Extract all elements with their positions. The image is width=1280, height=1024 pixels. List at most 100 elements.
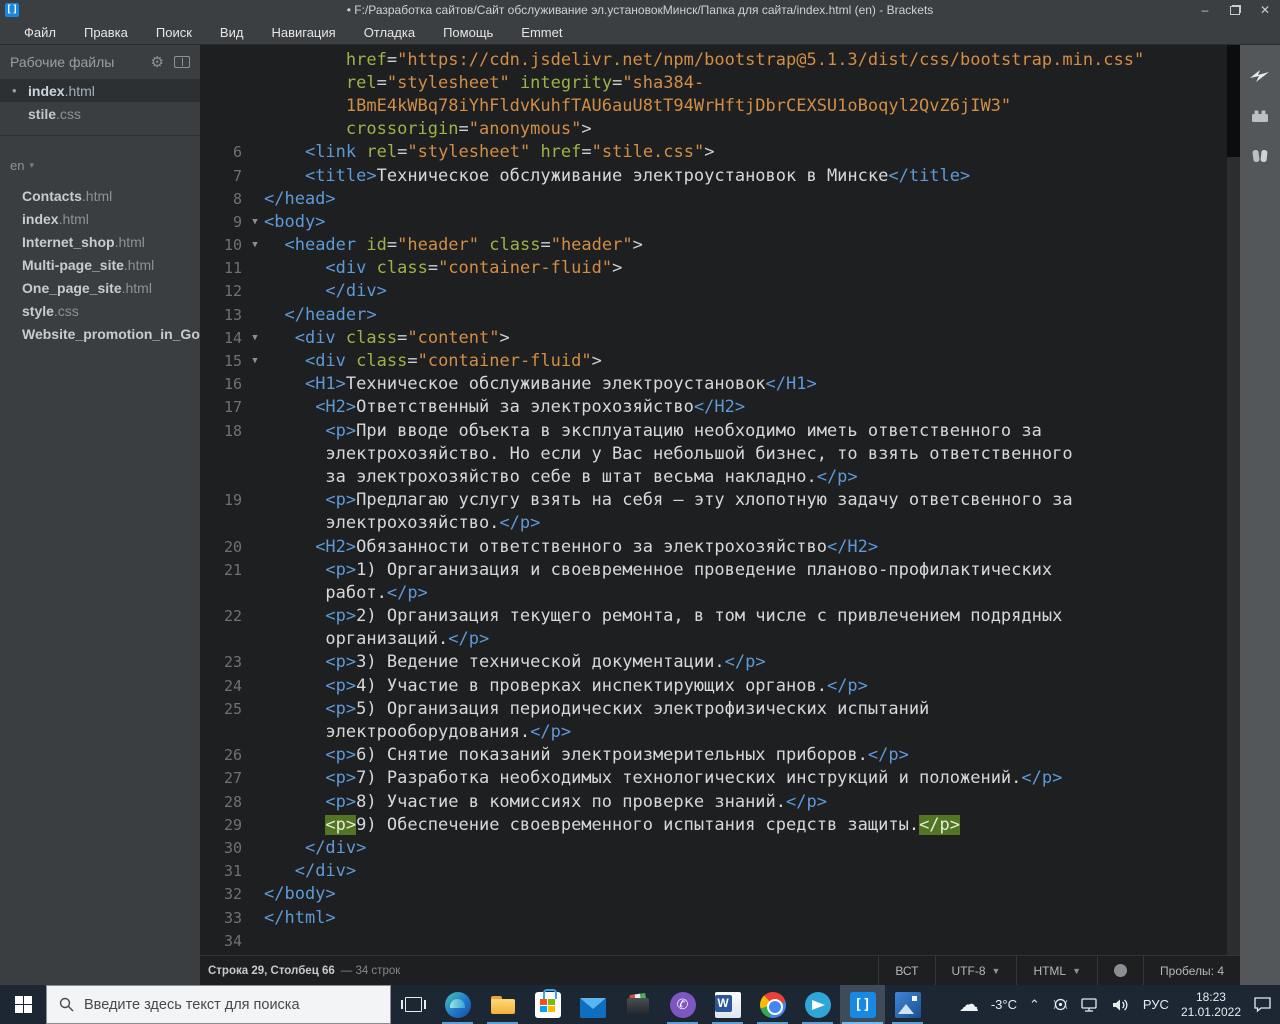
menu-item-поиск[interactable]: Поиск <box>142 20 206 44</box>
encoding-selector[interactable]: UTF-8 ▼ <box>934 956 1017 985</box>
menu-item-правка[interactable]: Правка <box>70 20 142 44</box>
task-view-button[interactable] <box>391 985 435 1024</box>
language-indicator[interactable]: РУС <box>1143 997 1169 1012</box>
scrollbar-thumb[interactable] <box>1227 45 1240 157</box>
language-selector[interactable]: HTML ▼ <box>1016 956 1097 985</box>
code-line-6[interactable]: 6 <link rel = "stylesheet" href = "stile.css… <box>200 141 1240 164</box>
fold-arrow-icon[interactable]: ▼ <box>246 356 264 366</box>
taskbar-search-input[interactable]: Введите здесь текст для поиска <box>46 985 391 1024</box>
taskbar-app-chrome[interactable] <box>750 985 795 1024</box>
file-tree-item-One_page_site.html[interactable]: One_page_site .html <box>0 276 200 299</box>
fold-arrow-icon[interactable]: ▼ <box>246 333 264 343</box>
code-line-25[interactable]: 25 <p> 5) Организация периодических элект… <box>200 697 1240 720</box>
extension-manager-icon[interactable] <box>1249 107 1271 125</box>
code-line-9[interactable]: 9 ▼ <body> <box>200 210 1240 233</box>
code-line-22[interactable]: 22 <p> 2) Организация текущего ремонта, в… <box>200 605 1240 628</box>
code-line-21[interactable]: 21 <p> 1) Оргаганизация и своевременное п… <box>200 558 1240 581</box>
menu-item-файл[interactable]: Файл <box>10 20 70 44</box>
start-button[interactable] <box>0 985 46 1024</box>
taskbar-app-mail[interactable] <box>570 985 615 1024</box>
network-icon[interactable] <box>1081 997 1100 1013</box>
code-line-31[interactable]: 31 </div> <box>200 860 1240 883</box>
screen-record-icon[interactable] <box>1052 996 1069 1013</box>
code-line-28[interactable]: 28 <p> 8) Участие в комиссиях по проверке… <box>200 790 1240 813</box>
working-file-index.html[interactable]: • index .html <box>0 79 200 102</box>
code-line-14[interactable]: 14 ▼ <div class = "content" > <box>200 326 1240 349</box>
code-line-wrap[interactable]: href = "https://cdn.jsdelivr.net/npm/boots… <box>200 48 1240 71</box>
code-line-wrap[interactable]: организаций. </p> <box>200 628 1240 651</box>
code-area[interactable]: href = "https://cdn.jsdelivr.net/npm/boots… <box>200 45 1240 955</box>
menu-item-помощь[interactable]: Помощь <box>429 20 507 44</box>
file-tree-item-Multi-page_site.html[interactable]: Multi-page_site .html <box>0 253 200 276</box>
indent-setting[interactable]: Пробелы: 4 <box>1143 956 1240 985</box>
lint-status-indicator[interactable] <box>1097 956 1143 985</box>
code-line-13[interactable]: 13 </header> <box>200 303 1240 326</box>
code-line-wrap[interactable]: crossorigin = "anonymous" > <box>200 118 1240 141</box>
file-tree-item-index.html[interactable]: index .html <box>0 207 200 230</box>
code-line-34[interactable]: 34 <box>200 929 1240 952</box>
taskbar-app-docs[interactable] <box>615 985 660 1024</box>
extension-icon[interactable] <box>1249 147 1271 165</box>
code-line-29[interactable]: 29 <p> 9) Обеспечение своевременного испы… <box>200 813 1240 836</box>
code-line-30[interactable]: 30 </div> <box>200 836 1240 859</box>
minimize-button[interactable]: – <box>1190 0 1220 20</box>
action-center-icon[interactable] <box>1253 996 1272 1013</box>
taskbar-app-brackets[interactable]: [] <box>840 985 885 1024</box>
code-line-26[interactable]: 26 <p> 6) Снятие показаний электроизмерит… <box>200 744 1240 767</box>
code-line-wrap[interactable]: работ. </p> <box>200 581 1240 604</box>
code-line-wrap[interactable]: 1BmE4kWBq78iYhFldvKuhfTAU6auU8tT94WrHftj… <box>200 94 1240 117</box>
scrollbar[interactable] <box>1227 45 1240 955</box>
taskbar-app-word[interactable] <box>705 985 750 1024</box>
code-line-7[interactable]: 7 <title> Техническое обслуживание электр… <box>200 164 1240 187</box>
code-line-11[interactable]: 11 <div class = "container-fluid" > <box>200 257 1240 280</box>
file-tree-item-style.css[interactable]: style .css <box>0 299 200 322</box>
code-line-33[interactable]: 33 </html> <box>200 906 1240 929</box>
code-line-12[interactable]: 12 </div> <box>200 280 1240 303</box>
taskbar-app-viber[interactable]: ✆ <box>660 985 705 1024</box>
file-tree-item-Website_promotion_in_Google.html[interactable]: Website_promotion_in_Google.html <box>0 322 200 345</box>
code-line-18[interactable]: 18 <p> При вводе объекта в эксплуатацию н… <box>200 419 1240 442</box>
code-line-15[interactable]: 15 ▼ <div class = "container-fluid" > <box>200 349 1240 372</box>
temperature[interactable]: -3°C <box>991 997 1017 1012</box>
clock[interactable]: 18:23 21.01.2022 <box>1181 990 1241 1020</box>
menu-item-вид[interactable]: Вид <box>206 20 258 44</box>
taskbar-app-photos[interactable] <box>885 985 930 1024</box>
code-line-20[interactable]: 20 <H2> Обязанности ответственного за эле… <box>200 535 1240 558</box>
volume-icon[interactable] <box>1112 997 1131 1013</box>
menu-item-отладка[interactable]: Отладка <box>350 20 429 44</box>
file-tree-item-Contacts.html[interactable]: Contacts .html <box>0 184 200 207</box>
file-tree-item-Internet_shop.html[interactable]: Internet_shop .html <box>0 230 200 253</box>
fold-arrow-icon[interactable]: ▼ <box>246 240 264 250</box>
taskbar-app-telegram[interactable] <box>795 985 840 1024</box>
code-line-23[interactable]: 23 <p> 3) Ведение технической документаци… <box>200 651 1240 674</box>
code-line-10[interactable]: 10 ▼ <header id = "header" class = "header" > <box>200 234 1240 257</box>
code-line-wrap[interactable]: электрооборудования. </p> <box>200 720 1240 743</box>
close-button[interactable]: ✕ <box>1250 0 1280 20</box>
menu-item-навигация[interactable]: Навигация <box>257 20 349 44</box>
code-line-17[interactable]: 17 <H2> Ответственный за электрохозяйство… <box>200 396 1240 419</box>
taskbar-app-edge[interactable] <box>435 985 480 1024</box>
code-line-wrap[interactable]: электрохозяйство. Но если у Вас небольшо… <box>200 442 1240 465</box>
code-line-32[interactable]: 32 </body> <box>200 883 1240 906</box>
code-line-16[interactable]: 16 <H1> Техническое обслуживание электроу… <box>200 373 1240 396</box>
code-line-wrap[interactable]: электрохозяйство. </p> <box>200 512 1240 535</box>
code-line-wrap[interactable]: за электрохозяйство себе в штат весьма н… <box>200 465 1240 488</box>
code-line-19[interactable]: 19 <p> Предлагаю услугу взять на себя — э… <box>200 489 1240 512</box>
fold-arrow-icon[interactable]: ▼ <box>246 217 264 227</box>
code-line-wrap[interactable]: rel = "stylesheet" integrity = "sha384- <box>200 71 1240 94</box>
project-dropdown[interactable]: en ▾ <box>0 152 200 178</box>
menu-item-emmet[interactable]: Emmet <box>507 20 576 44</box>
weather-icon[interactable]: ☁ <box>959 992 979 1017</box>
split-view-icon[interactable] <box>174 56 190 68</box>
code-line-27[interactable]: 27 <p> 7) Разработка необходимых технолог… <box>200 767 1240 790</box>
restore-button[interactable] <box>1220 0 1250 20</box>
working-file-stile.css[interactable]: stile .css <box>0 102 200 125</box>
insert-mode-indicator[interactable]: ВСТ <box>878 956 934 985</box>
tray-expand-icon[interactable]: ⌃ <box>1029 997 1040 1013</box>
taskbar-app-store[interactable] <box>525 985 570 1024</box>
gear-icon[interactable]: ⚙ <box>151 53 164 71</box>
code-line-24[interactable]: 24 <p> 4) Участие в проверках инспектирую… <box>200 674 1240 697</box>
live-preview-icon[interactable] <box>1249 67 1271 85</box>
taskbar-app-explorer[interactable] <box>480 985 525 1024</box>
code-line-8[interactable]: 8 </head> <box>200 187 1240 210</box>
